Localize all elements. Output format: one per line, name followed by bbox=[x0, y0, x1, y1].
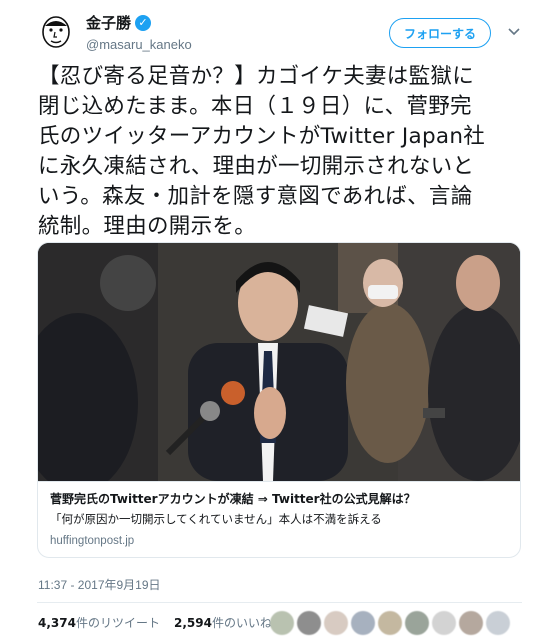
avatar[interactable] bbox=[297, 610, 321, 635]
card-title[interactable]: 菅野完氏のTwitterアカウントが凍結 ⇒ Twitter社の公式見解は？ bbox=[50, 490, 510, 508]
card-image[interactable] bbox=[38, 243, 520, 481]
user-info[interactable]: 金子勝 ✓ @masaru_kaneko bbox=[86, 12, 192, 52]
tweet-header: 金子勝 ✓ @masaru_kaneko フォローする bbox=[0, 0, 556, 62]
chevron-down-icon[interactable] bbox=[506, 24, 522, 40]
follow-button[interactable]: フォローする bbox=[389, 18, 491, 48]
user-handle[interactable]: @masaru_kaneko bbox=[86, 37, 192, 52]
tweet-stats: 4,374件のリツイート 2,594件のいいね bbox=[38, 614, 272, 631]
link-card[interactable]: 菅野完氏のTwitterアカウントが凍結 ⇒ Twitter社の公式見解は？ 「… bbox=[37, 242, 521, 558]
avatar[interactable] bbox=[459, 610, 483, 635]
tweet-timestamp[interactable]: 11:37 - 2017年9月19日 bbox=[38, 576, 161, 593]
avatar[interactable] bbox=[324, 610, 348, 635]
avatar-face-icon bbox=[42, 16, 70, 48]
card-domain: huffingtonpost.jp bbox=[50, 535, 135, 547]
card-body[interactable]: 菅野完氏のTwitterアカウントが凍結 ⇒ Twitter社の公式見解は？ 「… bbox=[38, 481, 520, 557]
avatar[interactable] bbox=[270, 610, 294, 635]
display-name[interactable]: 金子勝 bbox=[86, 12, 131, 33]
avatar[interactable] bbox=[351, 610, 375, 635]
liker-avatars[interactable] bbox=[270, 606, 520, 639]
card-description: 「何が原因か一切開示してくれていません」本人は不満を訴える bbox=[50, 512, 382, 526]
avatar[interactable] bbox=[432, 610, 456, 635]
like-count[interactable]: 2,594件のいいね bbox=[174, 614, 272, 631]
verified-badge-icon: ✓ bbox=[135, 14, 152, 31]
avatar[interactable] bbox=[405, 610, 429, 635]
avatar[interactable] bbox=[378, 610, 402, 635]
divider bbox=[37, 602, 522, 603]
tweet-text: 【忍び寄る足音か？】カゴイケ夫妻は監獄に 閉じ込めたまま。本日（１９日）に、菅野… bbox=[38, 64, 486, 239]
retweet-count[interactable]: 4,374件のリツイート bbox=[38, 614, 160, 631]
avatar[interactable] bbox=[486, 610, 510, 635]
avatar[interactable] bbox=[38, 14, 74, 50]
